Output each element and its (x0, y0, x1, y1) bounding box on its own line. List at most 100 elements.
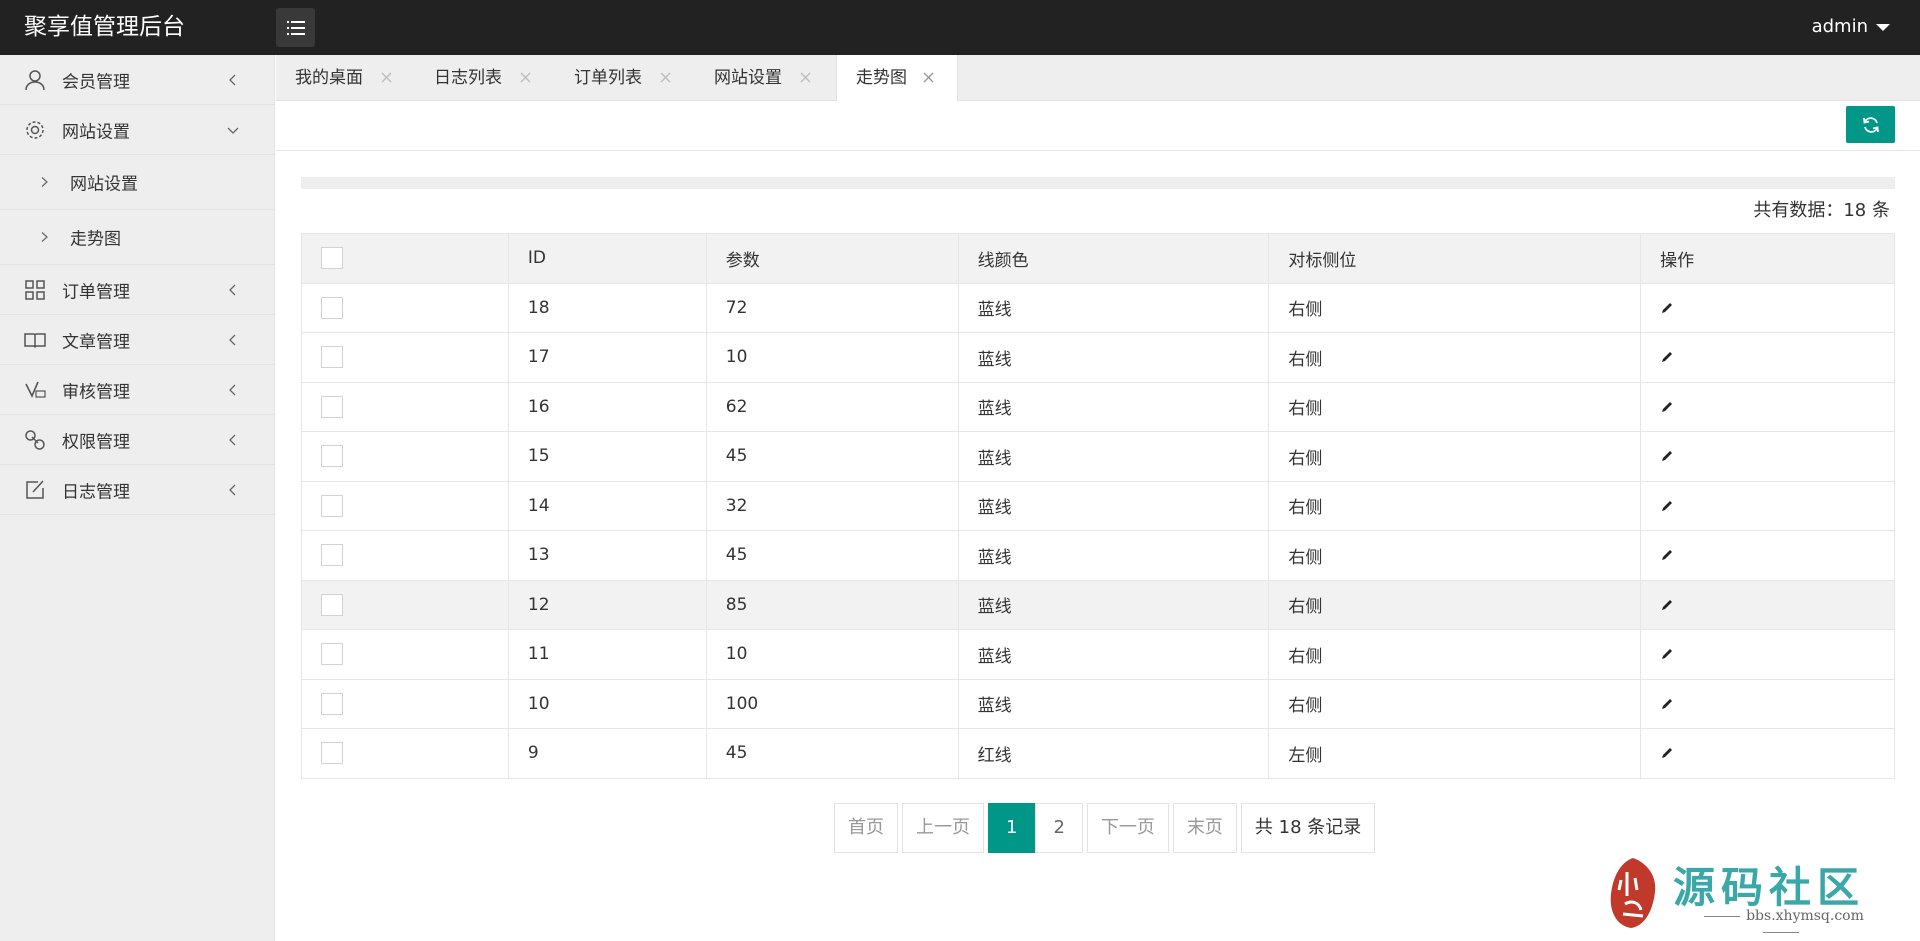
sidebar-item-articles[interactable]: 文章管理 (0, 315, 274, 365)
page-2-button[interactable]: 2 (1035, 803, 1083, 853)
page-1-button[interactable]: 1 (988, 803, 1036, 853)
chevron-left-icon (229, 334, 236, 345)
row-checkbox[interactable] (321, 643, 343, 666)
pencil-edit-icon[interactable] (1660, 697, 1674, 711)
row-checkbox[interactable] (321, 296, 343, 319)
cell-side: 右侧 (1268, 381, 1642, 432)
tab-log-list[interactable]: 日志列表 (415, 55, 555, 101)
menu-toggle-button[interactable] (276, 8, 315, 47)
cell-param: 45 (705, 530, 959, 581)
cell-param: 100 (705, 678, 959, 729)
cell-id: 14 (507, 480, 707, 531)
cell-id: 9 (507, 728, 707, 779)
table-row: 17 10 蓝线 右侧 (301, 332, 1895, 383)
column-header: 操作 (1640, 233, 1895, 284)
chevron-right-icon (41, 177, 48, 187)
pencil-edit-icon[interactable] (1660, 598, 1674, 612)
cell-param: 10 (705, 332, 959, 383)
pencil-edit-icon[interactable] (1660, 400, 1674, 414)
chevron-left-icon (229, 484, 236, 495)
chevron-left-icon (229, 284, 236, 295)
column-header: 对标侧位 (1268, 233, 1642, 284)
sidebar-item-label: 审核管理 (62, 382, 130, 402)
select-all-cell (301, 233, 509, 284)
sidebar-subitem-trend-chart[interactable]: 走势图 (0, 210, 274, 265)
chevron-left-icon (229, 74, 236, 85)
last-page-button[interactable]: 末页 (1172, 803, 1237, 853)
sidebar-item-site-settings[interactable]: 网站设置 (0, 105, 274, 155)
pencil-edit-icon[interactable] (1660, 301, 1674, 315)
tab-bar: 我的桌面 日志列表 订单列表 网站设置 走势图 (276, 55, 1920, 102)
grid-icon (25, 279, 45, 300)
tab-label: 我的桌面 (295, 68, 363, 88)
close-icon[interactable] (922, 71, 935, 84)
cell-param: 10 (705, 629, 959, 680)
close-icon[interactable] (519, 71, 532, 84)
row-select-cell (301, 728, 509, 779)
cell-actions (1640, 480, 1895, 531)
cell-side: 右侧 (1268, 579, 1642, 630)
row-select-cell (301, 530, 509, 581)
row-checkbox[interactable] (321, 395, 343, 418)
pencil-edit-icon[interactable] (1660, 746, 1674, 760)
cell-param: 45 (705, 431, 959, 482)
cell-param: 85 (705, 579, 959, 630)
row-checkbox[interactable] (321, 544, 343, 567)
sidebar-subitem-site-settings[interactable]: 网站设置 (0, 155, 274, 210)
tab-site-settings[interactable]: 网站设置 (695, 55, 835, 101)
tab-label: 网站设置 (714, 68, 782, 88)
row-checkbox[interactable] (321, 742, 343, 765)
sidebar-item-label: 会员管理 (62, 72, 130, 92)
sidebar-item-permissions[interactable]: 权限管理 (0, 415, 274, 465)
pencil-edit-icon[interactable] (1660, 350, 1674, 364)
row-select-cell (301, 431, 509, 482)
row-checkbox[interactable] (321, 593, 343, 616)
cell-side: 右侧 (1268, 431, 1642, 482)
cell-side: 右侧 (1268, 678, 1642, 729)
user-menu[interactable]: admin (1812, 0, 1890, 53)
cell-id: 13 (507, 530, 707, 581)
sidebar-item-label: 日志管理 (62, 482, 130, 502)
table-row: 16 62 蓝线 右侧 (301, 381, 1895, 432)
pencil-edit-icon[interactable] (1660, 499, 1674, 513)
row-checkbox[interactable] (321, 445, 343, 468)
close-icon[interactable] (659, 71, 672, 84)
watermark: 源码社区 bbs.xhymsq.com (1605, 856, 1885, 930)
pencil-edit-icon[interactable] (1660, 548, 1674, 562)
row-checkbox[interactable] (321, 346, 343, 369)
close-icon[interactable] (799, 71, 812, 84)
pagination-info: 共 18 条记录 (1240, 803, 1376, 853)
row-checkbox[interactable] (321, 692, 343, 715)
row-select-cell (301, 629, 509, 680)
sidebar-item-review[interactable]: 审核管理 (0, 365, 274, 415)
cell-side: 右侧 (1268, 480, 1642, 531)
pencil-edit-icon[interactable] (1660, 449, 1674, 463)
close-icon[interactable] (380, 71, 393, 84)
watermark-url: bbs.xhymsq.com (1677, 908, 1885, 940)
sidebar-item-members[interactable]: 会员管理 (0, 55, 274, 105)
tab-my-desktop[interactable]: 我的桌面 (276, 55, 415, 101)
progress-bar (301, 177, 1895, 189)
pencil-edit-icon[interactable] (1660, 647, 1674, 661)
sidebar-item-orders[interactable]: 订单管理 (0, 265, 274, 315)
refresh-button[interactable] (1846, 106, 1895, 143)
cell-line-color: 蓝线 (957, 579, 1270, 630)
sidebar-item-logs[interactable]: 日志管理 (0, 465, 274, 515)
row-select-cell (301, 332, 509, 383)
cell-id: 10 (507, 678, 707, 729)
user-name: admin (1811, 16, 1868, 37)
prev-page-button[interactable]: 上一页 (902, 803, 984, 853)
next-page-button[interactable]: 下一页 (1086, 803, 1169, 853)
tab-order-list[interactable]: 订单列表 (555, 55, 695, 101)
cell-actions (1640, 431, 1895, 482)
table-row: 15 45 蓝线 右侧 (301, 431, 1895, 482)
column-header: 参数 (705, 233, 959, 284)
row-select-cell (301, 579, 509, 630)
tab-trend-chart[interactable]: 走势图 (836, 55, 958, 102)
select-all-checkbox[interactable] (321, 247, 343, 270)
cell-actions (1640, 629, 1895, 680)
row-checkbox[interactable] (321, 494, 343, 517)
hamburger-icon (286, 20, 305, 35)
cell-actions (1640, 282, 1895, 333)
first-page-button[interactable]: 首页 (834, 803, 898, 853)
